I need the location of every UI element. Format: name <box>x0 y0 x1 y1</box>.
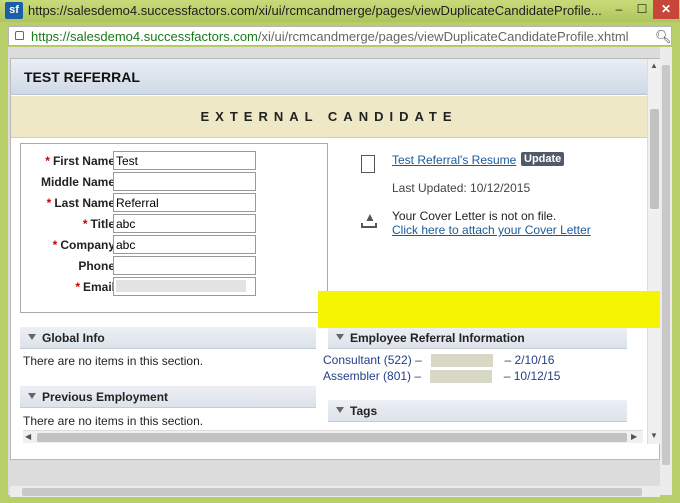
scroll-thumb[interactable] <box>22 488 642 496</box>
successfactors-logo: sf <box>5 2 23 19</box>
first-name-field[interactable]: Test <box>113 151 256 170</box>
middle-name-field[interactable] <box>113 172 256 191</box>
lock-icon <box>15 31 24 40</box>
candidate-form: * First Name: Test Middle Name: * Last Nam… <box>20 143 328 313</box>
referral-date: – 10/12/15 <box>503 369 561 383</box>
employee-referral-header[interactable]: Employee Referral Information <box>328 327 627 349</box>
document-icon <box>361 155 375 173</box>
maximize-button[interactable]: ☐ <box>631 0 653 19</box>
scroll-right-icon[interactable]: ▶ <box>631 432 637 441</box>
referral-dash: – <box>415 353 422 367</box>
form-row-company: * Company: abc <box>21 235 329 255</box>
last-name-field[interactable]: Referral <box>113 193 256 212</box>
upload-icon: ▲ <box>361 211 377 229</box>
resume-last-updated: Last Updated: 10/12/2015 <box>392 181 531 195</box>
form-row-email: * Email: <box>21 277 329 297</box>
required-marker: * <box>82 217 88 231</box>
company-field[interactable]: abc <box>113 235 256 254</box>
required-marker: * <box>75 280 80 294</box>
redacted-email <box>116 280 246 292</box>
attach-cover-letter-link[interactable]: Click here to attach your Cover Letter <box>392 223 591 237</box>
highlight-overlay <box>318 291 670 328</box>
page-horizontal-scrollbar[interactable] <box>10 485 660 497</box>
title-bar: sf https://salesdemo4.successfactors.com… <box>0 0 680 22</box>
referral-row: Consultant (522) – – 2/10/16 <box>323 353 555 368</box>
referral-position: Assembler (801) <box>323 369 412 383</box>
chevron-down-icon[interactable] <box>336 334 344 340</box>
scroll-left-icon[interactable]: ◀ <box>25 432 31 441</box>
browser-window: sf https://salesdemo4.successfactors.com… <box>0 0 680 503</box>
last-name-label: * Last Name: <box>46 196 119 210</box>
first-name-label: * First Name: <box>45 154 119 168</box>
chevron-down-icon[interactable] <box>28 393 36 399</box>
candidate-dialog: TEST REFERRAL EXTERNAL CANDIDATE ▲ ▼ * Fi… <box>10 58 660 460</box>
dialog-title: TEST REFERRAL <box>24 69 140 85</box>
scroll-down-icon[interactable]: ▼ <box>650 431 658 440</box>
form-row-first-name: * First Name: Test <box>21 151 329 171</box>
required-marker: * <box>45 154 50 168</box>
url-host: https://salesdemo4.successfactors.com <box>31 29 258 44</box>
url-text[interactable]: https://salesdemo4.successfactors.com/xi… <box>31 29 629 44</box>
tags-title: Tags <box>350 404 378 418</box>
attachments-area: Test Referral's Resume Update Last Updat… <box>361 152 641 253</box>
email-field[interactable] <box>113 277 256 296</box>
close-window-button[interactable]: ✕ <box>653 0 679 19</box>
global-info-header[interactable]: Global Info <box>20 327 316 349</box>
scroll-thumb[interactable] <box>662 65 670 465</box>
update-resume-button[interactable]: Update <box>521 152 565 166</box>
window-title: https://salesdemo4.successfactors.com/xi… <box>28 3 602 18</box>
address-bar[interactable]: https://salesdemo4.successfactors.com/xi… <box>8 26 672 46</box>
referral-row: Assembler (801) – – 10/12/15 <box>323 369 561 384</box>
form-row-last-name: * Last Name: Referral <box>21 193 329 213</box>
form-row-middle-name: Middle Name: <box>21 172 329 192</box>
chevron-down-icon[interactable] <box>336 407 344 413</box>
candidate-type-banner: EXTERNAL CANDIDATE <box>11 96 647 138</box>
required-marker: * <box>52 238 58 252</box>
previous-employment-header[interactable]: Previous Employment <box>20 386 316 408</box>
middle-name-label: Middle Name: <box>40 175 119 189</box>
dialog-header: TEST REFERRAL <box>11 59 659 95</box>
page-vertical-scrollbar[interactable] <box>660 47 672 495</box>
scroll-thumb[interactable] <box>37 433 627 442</box>
candidate-type-label: EXTERNAL CANDIDATE <box>200 109 458 124</box>
cover-letter-status: Your Cover Letter is not on file. <box>392 209 557 223</box>
form-row-title: * Title: abc <box>21 214 329 234</box>
global-info-title: Global Info <box>42 331 105 345</box>
tags-header[interactable]: Tags <box>328 400 627 422</box>
company-label: * Company: <box>52 238 119 252</box>
referral-date: – 2/10/16 <box>504 353 555 367</box>
resume-link[interactable]: Test Referral's Resume <box>392 153 516 167</box>
previous-employment-title: Previous Employment <box>42 390 169 404</box>
scroll-thumb[interactable] <box>650 109 659 209</box>
title-field[interactable]: abc <box>113 214 256 233</box>
previous-employment-empty: There are no items in this section. <box>23 414 204 428</box>
required-marker: * <box>46 196 52 210</box>
chevron-down-icon[interactable] <box>28 334 36 340</box>
dialog-vertical-scrollbar[interactable]: ▲ ▼ <box>647 59 660 444</box>
redacted-referrer <box>431 354 494 368</box>
search-icon[interactable]: 🔍︎ <box>655 29 672 45</box>
dialog-horizontal-scrollbar[interactable]: ◀ ▶ <box>23 430 643 443</box>
scroll-up-icon[interactable]: ▲ <box>650 61 658 70</box>
redacted-referrer <box>430 370 493 384</box>
global-info-empty: There are no items in this section. <box>23 354 204 368</box>
employee-referral-title: Employee Referral Information <box>350 331 525 345</box>
minimize-button[interactable]: – <box>608 0 630 19</box>
form-row-phone: Phone: <box>21 256 329 276</box>
phone-field[interactable] <box>113 256 256 275</box>
url-path: /xi/ui/rcmcandmerge/pages/viewDuplicateC… <box>257 29 629 44</box>
referral-position: Consultant (522) <box>323 353 412 367</box>
referral-dash: – <box>414 369 422 383</box>
